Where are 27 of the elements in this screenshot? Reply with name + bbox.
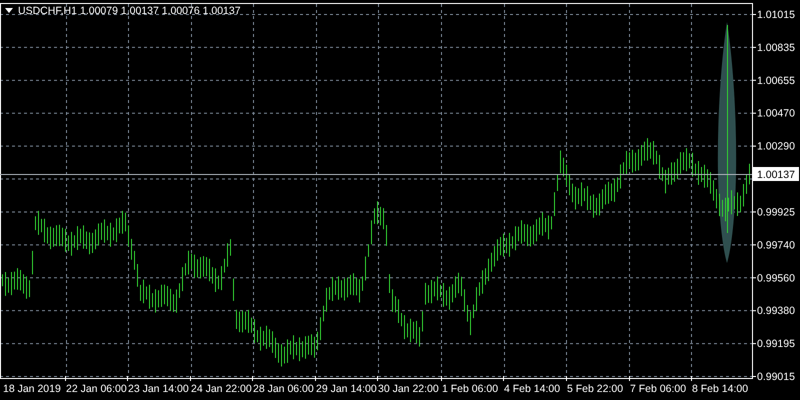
chart-symbol: USDCHF,H1: [18, 5, 77, 17]
price-axis-label: 1.00290: [757, 140, 795, 153]
time-axis-label: 4 Feb 14:00: [504, 383, 560, 395]
price-axis-label: 0.99740: [757, 239, 795, 252]
time-axis-label: 18 Jan 2019: [3, 383, 61, 395]
current-price-label: 1.00137: [753, 167, 799, 181]
ohlc-values: 1.00079 1.00137 1.00076 1.00137: [80, 5, 241, 17]
time-axis-label: 28 Jan 06:00: [253, 383, 314, 395]
time-axis-label: 1 Feb 06:00: [442, 383, 498, 395]
time-axis-label: 22 Jan 06:00: [66, 383, 127, 395]
dropdown-icon[interactable]: [5, 8, 13, 13]
time-axis-label: 29 Jan 14:00: [316, 383, 377, 395]
time-axis-label: 30 Jan 22:00: [378, 383, 439, 395]
price-axis-label: 0.99015: [757, 371, 795, 383]
time-axis-label: 24 Jan 22:00: [191, 383, 252, 395]
price-axis-label: 1.00655: [757, 74, 795, 87]
price-axis-label: 1.01015: [757, 9, 795, 21]
price-axis-label: 1.00835: [757, 42, 795, 54]
price-axis-label: 0.99560: [757, 272, 795, 284]
time-axis-label: 8 Feb 14:00: [692, 383, 748, 395]
price-axis-label: 0.99195: [757, 338, 795, 350]
price-axis-label: 0.99380: [757, 305, 795, 318]
time-axis-label: 5 Feb 22:00: [567, 383, 624, 395]
time-axis-label: 7 Feb 06:00: [630, 383, 686, 395]
time-axis-label: 23 Jan 14:00: [128, 383, 189, 395]
price-axis-label: 1.00470: [757, 108, 795, 120]
price-axis-label: 0.99925: [757, 206, 795, 218]
